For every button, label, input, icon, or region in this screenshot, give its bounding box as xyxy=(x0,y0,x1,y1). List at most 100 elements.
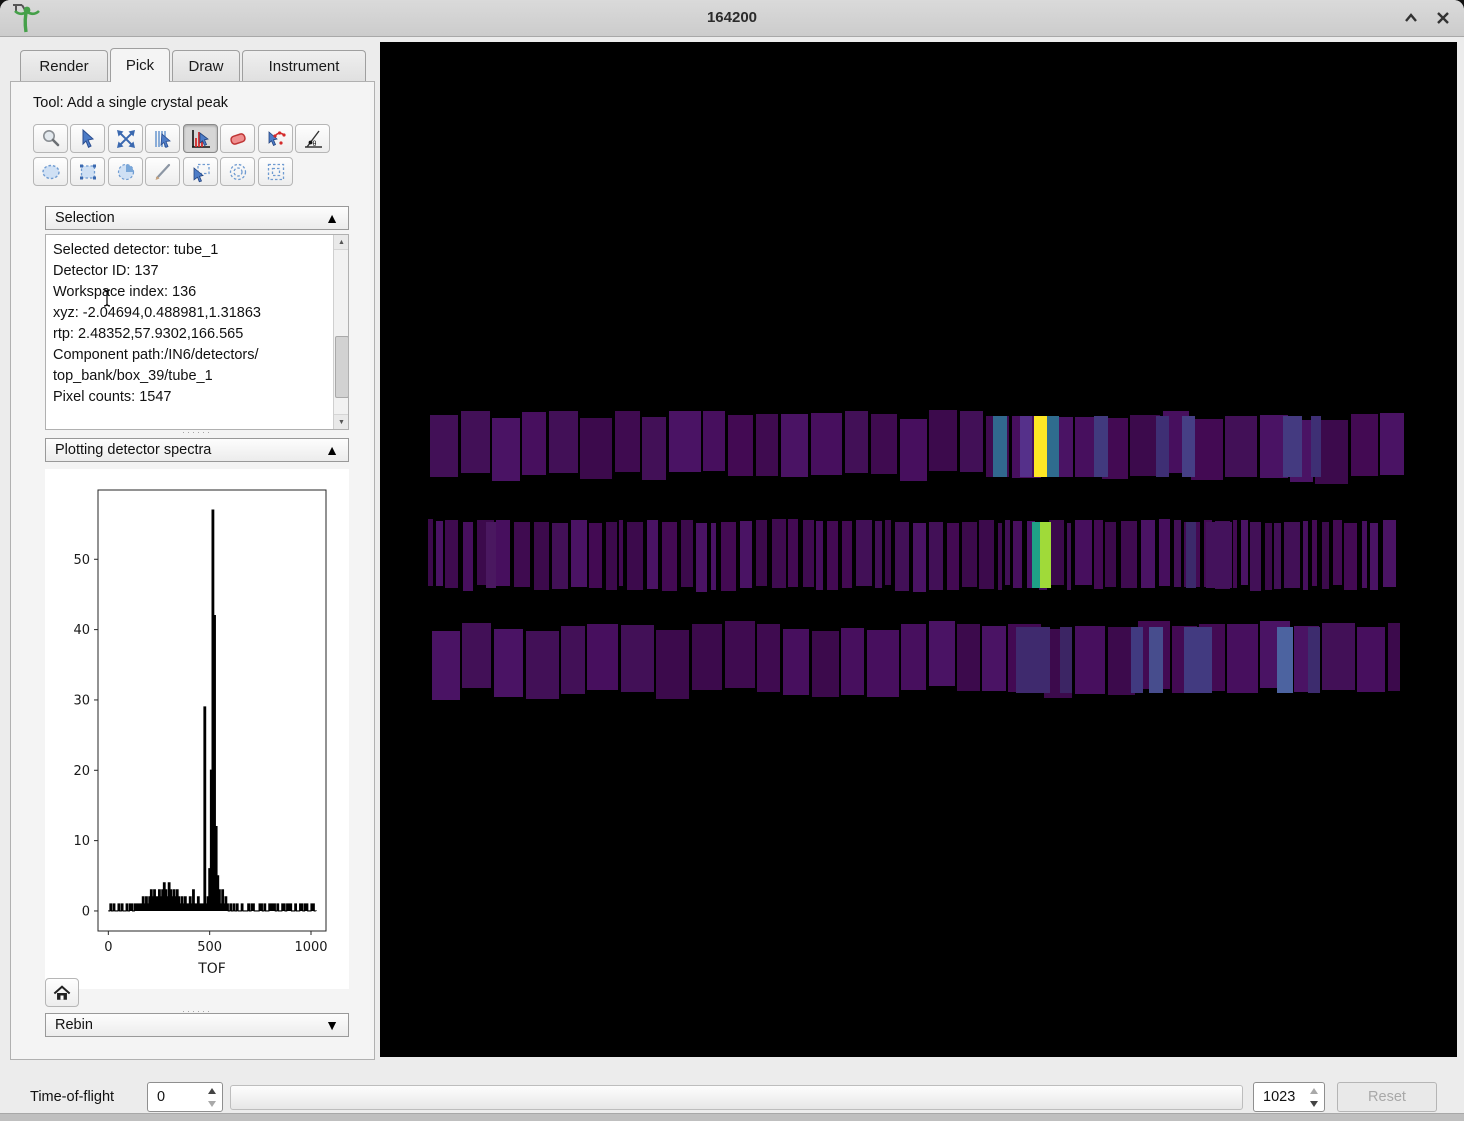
tab-instrument[interactable]: Instrument xyxy=(242,50,366,81)
detector-tube[interactable] xyxy=(1362,521,1367,588)
detector-tube[interactable] xyxy=(783,629,810,695)
erase-peak-button[interactable] xyxy=(220,124,255,153)
free-draw-button[interactable] xyxy=(145,157,180,186)
ellipse-roi-button[interactable] xyxy=(33,157,68,186)
detector-tube[interactable] xyxy=(1241,520,1248,585)
detector-tube[interactable] xyxy=(1094,520,1103,589)
detector-tube[interactable] xyxy=(803,520,814,587)
detector-tube[interactable] xyxy=(703,411,725,472)
titlebar[interactable]: 164200 xyxy=(0,0,1464,37)
detector-tube[interactable] xyxy=(1388,623,1400,691)
detector-tube[interactable] xyxy=(929,621,956,686)
detector-tube[interactable] xyxy=(627,522,643,590)
detector-tube[interactable] xyxy=(1322,623,1355,690)
detector-tube[interactable] xyxy=(549,411,578,473)
highlighted-tube[interactable] xyxy=(1184,627,1212,693)
detector-tube[interactable] xyxy=(642,417,666,480)
selection-info[interactable]: Selected detector: tube_1 Detector ID: 1… xyxy=(45,234,349,430)
detector-tube[interactable] xyxy=(757,624,780,692)
detector-tube[interactable] xyxy=(692,624,722,690)
detector-tube[interactable] xyxy=(856,520,872,586)
detector-tube[interactable] xyxy=(514,522,530,587)
detector-tube[interactable] xyxy=(669,411,701,472)
detector-tube[interactable] xyxy=(461,411,490,473)
detector-tube[interactable] xyxy=(580,418,612,479)
detector-tube[interactable] xyxy=(913,523,926,592)
ring-rectangle-button[interactable] xyxy=(258,157,293,186)
spectrum-plot[interactable]: 0102030405005001000TOF xyxy=(45,469,349,989)
detector-tube[interactable] xyxy=(681,520,693,587)
detector-tube[interactable] xyxy=(462,623,491,688)
detector-tube[interactable] xyxy=(428,519,433,586)
highlighted-tube[interactable] xyxy=(1311,416,1321,477)
sector-roi-button[interactable] xyxy=(108,157,143,186)
home-button[interactable] xyxy=(45,978,79,1007)
detector-tube[interactable] xyxy=(1191,419,1223,480)
detector-tube[interactable] xyxy=(526,631,559,699)
detector-tube[interactable] xyxy=(522,412,546,475)
detector-tube[interactable] xyxy=(842,521,851,588)
detector-tube[interactable] xyxy=(1380,413,1404,475)
detector-tube[interactable] xyxy=(845,411,869,473)
detector-tube[interactable] xyxy=(463,522,473,591)
detector-tube[interactable] xyxy=(811,413,842,475)
highlighted-tube[interactable] xyxy=(1047,416,1059,477)
tof-slider[interactable] xyxy=(230,1085,1243,1110)
detector-tube[interactable] xyxy=(998,523,1002,591)
detector-tube[interactable] xyxy=(1370,523,1378,590)
detector-tube[interactable] xyxy=(496,520,510,586)
compare-peaks-button[interactable] xyxy=(258,124,293,153)
detector-tube[interactable] xyxy=(772,519,785,587)
detector-tube[interactable] xyxy=(1303,521,1308,590)
navigate-tool-button[interactable] xyxy=(70,124,105,153)
detector-tube[interactable] xyxy=(1174,520,1181,587)
detector-tube[interactable] xyxy=(781,414,809,478)
detector-tube[interactable] xyxy=(979,520,994,589)
detector-tube[interactable] xyxy=(756,414,779,476)
highlighted-tube[interactable] xyxy=(1020,416,1032,477)
detector-tube[interactable] xyxy=(740,521,752,587)
highlighted-tube[interactable] xyxy=(1016,627,1050,693)
detector-tube[interactable] xyxy=(1227,624,1258,693)
detector-tube[interactable] xyxy=(647,520,658,589)
spin-down-button[interactable] xyxy=(205,1097,219,1110)
tab-draw[interactable]: Draw xyxy=(172,50,240,81)
highlighted-tube[interactable] xyxy=(993,416,1007,477)
detector-tube[interactable] xyxy=(816,521,823,590)
tof-min-spinbox[interactable]: 0 xyxy=(147,1082,223,1112)
highlighted-tube[interactable] xyxy=(1206,522,1232,588)
spin-up-button[interactable] xyxy=(205,1084,219,1097)
detector-tube[interactable] xyxy=(552,523,568,589)
detector-tube[interactable] xyxy=(885,520,891,586)
tab-pick[interactable]: Pick xyxy=(110,48,170,82)
detector-tube[interactable] xyxy=(1121,521,1137,588)
detector-tube[interactable] xyxy=(1274,523,1281,590)
highlighted-tube[interactable] xyxy=(1032,522,1040,588)
detector-tube[interactable] xyxy=(756,520,768,586)
detector-tube[interactable] xyxy=(1351,414,1378,476)
detector-tube[interactable] xyxy=(494,629,523,697)
spin-up-button[interactable] xyxy=(1307,1084,1321,1097)
detector-tube[interactable] xyxy=(1049,520,1064,585)
instrument-3d-view[interactable] xyxy=(380,42,1457,1057)
plotting-header[interactable]: Plotting detector spectra ▲ xyxy=(45,438,349,462)
detector-tube[interactable] xyxy=(662,522,677,591)
detector-tube[interactable] xyxy=(721,522,735,590)
ring-ellipse-button[interactable] xyxy=(220,157,255,186)
detector-tube[interactable] xyxy=(871,414,897,474)
detector-tube[interactable] xyxy=(960,411,984,472)
edit-shape-button[interactable] xyxy=(183,157,218,186)
detector-tube[interactable] xyxy=(1333,520,1341,585)
detector-tube[interactable] xyxy=(895,522,909,591)
detector-tube[interactable] xyxy=(571,520,587,587)
scroll-up-icon[interactable]: ▲ xyxy=(334,235,349,250)
detector-tube[interactable] xyxy=(867,630,899,697)
detector-tube[interactable] xyxy=(1312,520,1318,587)
detector-tube[interactable] xyxy=(430,415,458,477)
highlighted-tube[interactable] xyxy=(486,522,496,588)
tof-max-spinbox[interactable]: 1023 xyxy=(1253,1082,1325,1112)
add-peak-button[interactable] xyxy=(183,124,218,153)
detector-tube[interactable] xyxy=(432,631,460,700)
highlighted-tube[interactable] xyxy=(1131,627,1143,693)
tab-render[interactable]: Render xyxy=(20,50,108,81)
